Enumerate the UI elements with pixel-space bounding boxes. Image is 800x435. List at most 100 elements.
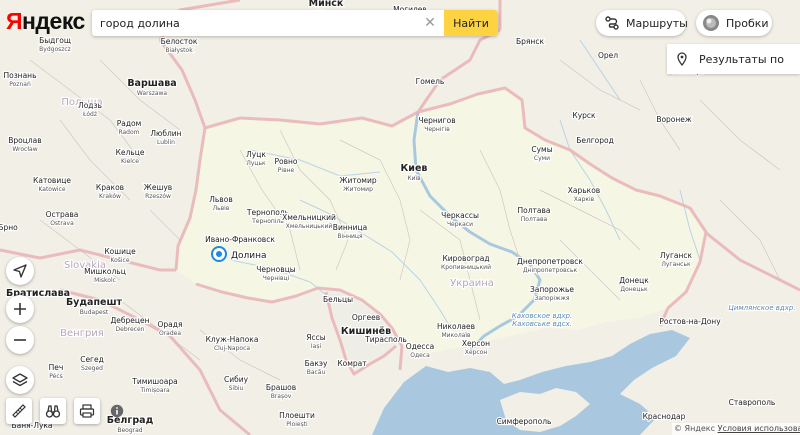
zoom-in-button[interactable] (6, 295, 34, 323)
navigation-arrow-icon (13, 264, 27, 278)
city-sublabel: Lublin (157, 139, 175, 146)
city-label: Николаев (437, 322, 475, 331)
terms-link[interactable]: Условия использования (718, 424, 800, 433)
city-sublabel: Миколаїв (441, 332, 471, 339)
city-sublabel: Луцьк (246, 160, 266, 167)
water-label: Каховское вдхр. (512, 312, 572, 320)
city-label: Белосток (161, 37, 198, 46)
panorama-button[interactable] (40, 398, 66, 424)
city-sublabel: Beograd (117, 427, 142, 434)
country-label: Украина (450, 278, 494, 289)
city-sublabel: Szeged (81, 365, 103, 372)
city-label: Одесса (406, 342, 435, 351)
search-input[interactable] (92, 10, 454, 36)
city-label: Бельцы (323, 295, 353, 304)
city-sublabel: Київ (407, 175, 421, 182)
routes-label: Маршруты (626, 16, 688, 30)
print-button[interactable] (74, 398, 100, 424)
info-button[interactable] (106, 400, 128, 422)
yandex-logo[interactable]: Яндекс (6, 8, 85, 35)
city-label: Курск (572, 111, 596, 120)
city-label: Ростов-на-Дону (659, 317, 721, 326)
marker-dot (216, 251, 222, 257)
city-sublabel: Черкаси (447, 221, 473, 228)
city-label: Харьков (568, 186, 600, 195)
locate-button[interactable] (6, 257, 34, 285)
plus-icon (14, 303, 26, 315)
city-label: Мишкольц (84, 267, 126, 276)
route-icon (605, 16, 619, 30)
city-label: Хмельницкий (282, 213, 336, 222)
city-label: Вроцлав (8, 136, 41, 145)
city-sublabel: Хмельницький (286, 223, 333, 230)
city-sublabel: Košice (110, 257, 129, 264)
city-label: Гомель (416, 77, 445, 86)
city-label: Белгород (576, 136, 614, 145)
city-sublabel: Житомир (343, 186, 373, 193)
city-sublabel: Ploiești (286, 421, 308, 428)
city-label: Кировоград (442, 254, 489, 263)
city-label: Дебрецен (110, 316, 149, 325)
city-label: Краснодар (643, 412, 686, 421)
routes-button[interactable]: Маршруты (596, 10, 688, 36)
city-sublabel: Kielce (121, 158, 139, 165)
marker-label: Долина (231, 251, 267, 261)
city-label: Чернигов (418, 116, 455, 125)
results-panel[interactable]: Результаты по (667, 44, 800, 74)
city-sublabel: Bydgoszcz (39, 46, 71, 53)
layers-button[interactable] (6, 366, 34, 394)
city-label: Днепропетровск (517, 257, 583, 266)
city-sublabel: Кропивницький (441, 264, 491, 271)
city-sublabel: Вінниця (337, 233, 363, 240)
city-label: Кошице (104, 247, 136, 256)
city-label: Комрат (337, 359, 367, 368)
city-label: Плоешти (279, 411, 315, 420)
city-label: Орадя (158, 320, 183, 329)
city-label: Оргеев (352, 313, 380, 322)
clear-icon[interactable]: ✕ (421, 14, 439, 32)
logo-rest: ндекс (22, 8, 85, 34)
city-label: Ставрополь (729, 398, 776, 407)
city-label: Ровно (274, 157, 297, 166)
city-sublabel: Суми (534, 155, 550, 162)
city-label: Орел (598, 51, 618, 60)
city-label: Брно (0, 223, 18, 232)
city-sublabel: Sibiu (229, 385, 244, 392)
city-label: Тимишоара (131, 377, 177, 386)
city-label: Будапешт (66, 297, 123, 308)
city-sublabel: Одеса (410, 352, 430, 359)
city-sublabel: Bacău (307, 369, 326, 376)
city-label: Люблин (150, 129, 181, 138)
city-label: Херсон (462, 339, 490, 348)
ruler-icon (12, 404, 26, 418)
city-label: Минск (309, 0, 344, 9)
city-label: Брашов (266, 383, 296, 392)
traffic-button[interactable]: Пробки (696, 10, 772, 36)
city-label: Винница (333, 223, 367, 232)
city-sublabel: Brașov (271, 393, 292, 400)
city-label: Симферополь (497, 417, 552, 426)
city-sublabel: Debrecen (116, 326, 145, 333)
city-label: Львов (209, 195, 233, 204)
city-label: Быдгощ (39, 36, 71, 45)
location-pin-icon (677, 52, 687, 66)
city-label: Познань (3, 71, 36, 80)
city-sublabel: Запоріжжя (534, 295, 569, 302)
search-button[interactable]: Найти (444, 10, 498, 36)
city-label: Лодзь (78, 101, 102, 110)
logo-first-letter: Я (6, 8, 23, 34)
copyright-bar: © Яндекс Условия использования (672, 423, 800, 435)
city-label: Печ (49, 363, 64, 372)
city-sublabel: Тернопіль (251, 218, 284, 225)
binoculars-icon (45, 405, 61, 418)
minus-icon (14, 339, 26, 341)
city-label: Клуж-Напока (206, 335, 259, 344)
city-sublabel: Ostrava (50, 220, 74, 227)
zoom-out-button[interactable] (6, 326, 34, 354)
ruler-button[interactable] (6, 398, 32, 424)
city-sublabel: Дніпропетровськ (523, 267, 578, 274)
city-sublabel: Чернігів (424, 126, 450, 133)
printer-icon (79, 404, 95, 418)
water-label: Каховське вдсх. (512, 320, 572, 328)
city-label: Тирасполь (364, 335, 407, 344)
